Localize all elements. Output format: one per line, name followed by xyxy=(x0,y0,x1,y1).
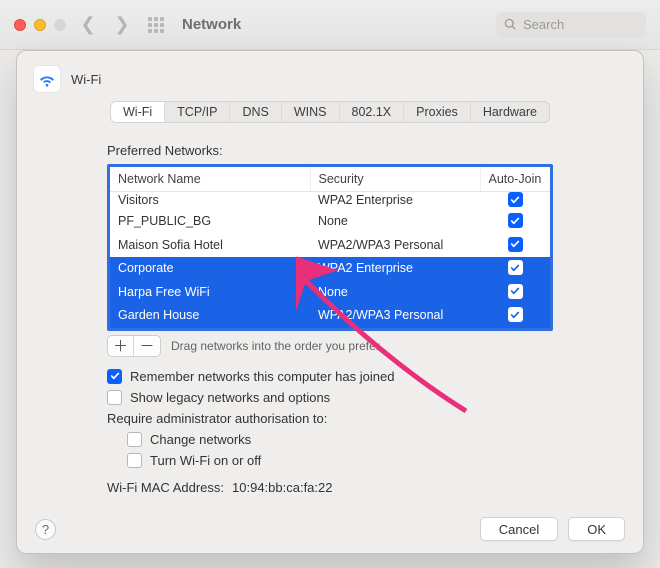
wifi-settings-sheet: Wi-Fi Wi-FiTCP/IPDNSWINS802.1XProxiesHar… xyxy=(16,50,644,554)
add-network-button[interactable]: ＋ xyxy=(108,336,134,356)
tab-hardware[interactable]: Hardware xyxy=(471,102,549,122)
checkbox-icon xyxy=(107,369,122,384)
apps-grid-icon xyxy=(148,17,164,33)
network-security-cell: WPA2/WPA3 Personal xyxy=(310,304,480,328)
show-legacy-checkbox[interactable]: Show legacy networks and options xyxy=(107,390,553,405)
show-legacy-label: Show legacy networks and options xyxy=(130,390,330,405)
network-security-cell: WPA2 Enterprise xyxy=(310,257,480,281)
col-security[interactable]: Security xyxy=(310,167,480,192)
remember-networks-checkbox[interactable]: Remember networks this computer has join… xyxy=(107,369,553,384)
autojoin-checkbox[interactable] xyxy=(508,284,523,299)
titlebar: ❮ ❯ Network Search xyxy=(0,0,660,50)
tab-wifi[interactable]: Wi-Fi xyxy=(111,102,165,122)
checkbox-icon xyxy=(107,390,122,405)
preferred-networks-table[interactable]: Network Name Security Auto-Join Visitors… xyxy=(107,164,553,331)
network-name-cell: Visitors xyxy=(110,192,310,211)
remove-network-button[interactable]: － xyxy=(134,336,160,356)
search-placeholder: Search xyxy=(523,17,564,32)
network-name-cell: Garden House xyxy=(110,304,310,328)
add-remove-group: ＋ － xyxy=(107,335,161,357)
network-security-cell: None xyxy=(310,210,480,234)
tabs: Wi-FiTCP/IPDNSWINS802.1XProxiesHardware xyxy=(110,101,550,123)
network-security-cell: None xyxy=(310,281,480,305)
table-row[interactable]: Maison Sofia HotelWPA2/WPA3 Personal xyxy=(110,234,550,258)
show-all-button[interactable] xyxy=(144,14,168,36)
autojoin-checkbox[interactable] xyxy=(508,213,523,228)
admin-change-networks-checkbox[interactable]: Change networks xyxy=(107,432,553,447)
back-button[interactable]: ❮ xyxy=(76,14,100,36)
admin-wifi-label: Turn Wi-Fi on or off xyxy=(150,453,261,468)
table-row[interactable]: CorporateWPA2 Enterprise xyxy=(110,257,550,281)
admin-auth-label: Require administrator authorisation to: xyxy=(107,411,553,426)
drag-hint: Drag networks into the order you prefer. xyxy=(171,339,382,353)
autojoin-checkbox[interactable] xyxy=(508,237,523,252)
network-name-cell: Harpa Free WiFi xyxy=(110,281,310,305)
tab-tcpip[interactable]: TCP/IP xyxy=(165,102,230,122)
zoom-window-button[interactable] xyxy=(54,19,66,31)
search-icon xyxy=(504,18,517,31)
table-row[interactable]: VisitorsWPA2 Enterprise xyxy=(110,192,550,211)
wifi-icon xyxy=(33,65,61,93)
preferred-networks-label: Preferred Networks: xyxy=(107,143,553,158)
autojoin-checkbox[interactable] xyxy=(508,307,523,322)
remember-networks-label: Remember networks this computer has join… xyxy=(130,369,394,384)
tab-dns[interactable]: DNS xyxy=(230,102,281,122)
search-input[interactable]: Search xyxy=(496,12,646,38)
window-controls xyxy=(14,19,66,31)
tab-8021x[interactable]: 802.1X xyxy=(340,102,405,122)
sheet-title: Wi-Fi xyxy=(71,72,101,87)
network-security-cell: WPA2/WPA3 Personal xyxy=(310,234,480,258)
tab-proxies[interactable]: Proxies xyxy=(404,102,471,122)
help-button[interactable]: ? xyxy=(35,519,56,540)
network-name-cell: Corporate xyxy=(110,257,310,281)
close-window-button[interactable] xyxy=(14,19,26,31)
table-row[interactable]: Garden HouseWPA2/WPA3 Personal xyxy=(110,304,550,328)
col-autojoin[interactable]: Auto-Join xyxy=(480,167,550,192)
network-name-cell: PF_PUBLIC_BG xyxy=(110,210,310,234)
checkbox-icon xyxy=(127,453,142,468)
table-row[interactable]: Harpa Free WiFiNone xyxy=(110,281,550,305)
mac-address-value: 10:94:bb:ca:fa:22 xyxy=(232,480,332,495)
autojoin-checkbox[interactable] xyxy=(508,192,523,207)
ok-button[interactable]: OK xyxy=(568,517,625,541)
window-title: Network xyxy=(182,16,241,33)
admin-turn-wifi-checkbox[interactable]: Turn Wi-Fi on or off xyxy=(107,453,553,468)
col-network-name[interactable]: Network Name xyxy=(110,167,310,192)
minimize-window-button[interactable] xyxy=(34,19,46,31)
mac-address-label: Wi-Fi MAC Address: xyxy=(107,480,224,495)
table-row[interactable]: PF_PUBLIC_BGNone xyxy=(110,210,550,234)
tab-wins[interactable]: WINS xyxy=(282,102,340,122)
network-security-cell: WPA2 Enterprise xyxy=(310,192,480,211)
forward-button[interactable]: ❯ xyxy=(110,14,134,36)
autojoin-checkbox[interactable] xyxy=(508,260,523,275)
admin-change-label: Change networks xyxy=(150,432,251,447)
checkbox-icon xyxy=(127,432,142,447)
cancel-button[interactable]: Cancel xyxy=(480,517,558,541)
network-name-cell: Maison Sofia Hotel xyxy=(110,234,310,258)
